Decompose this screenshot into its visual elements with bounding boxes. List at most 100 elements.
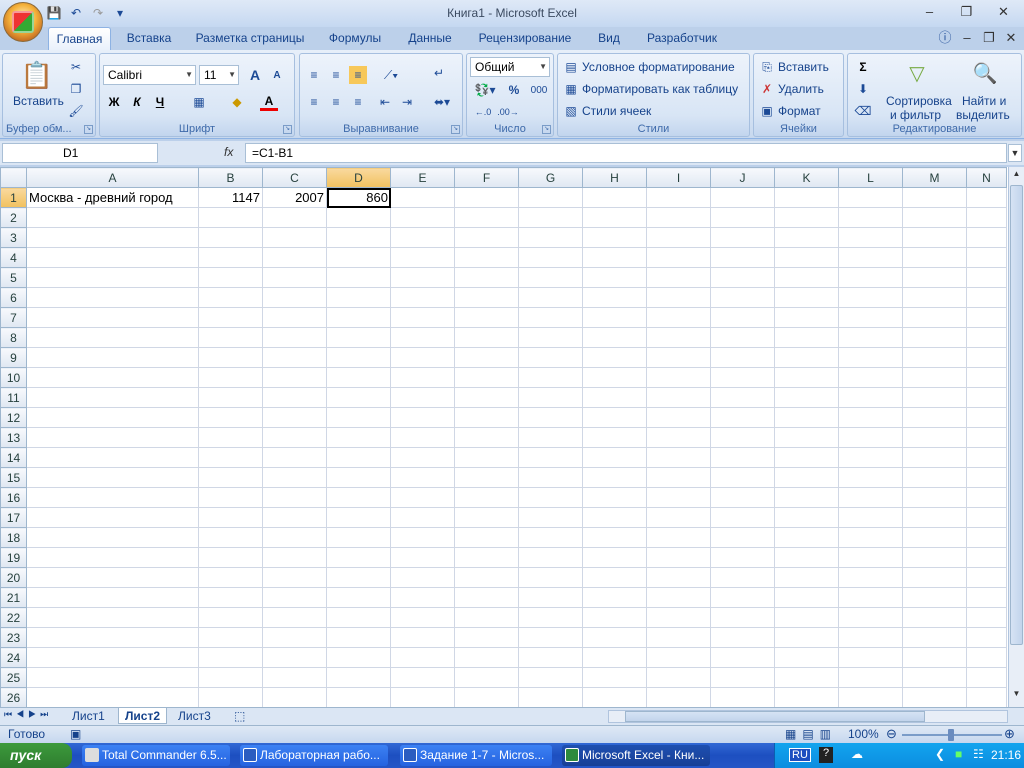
cell-g18[interactable] — [518, 527, 583, 548]
row-header[interactable]: 18 — [0, 527, 27, 548]
cell-c22[interactable] — [262, 607, 327, 628]
cell-b5[interactable] — [198, 267, 263, 288]
cell-c15[interactable] — [262, 467, 327, 488]
cell-j1[interactable] — [710, 187, 775, 208]
column-header-f[interactable]: F — [454, 167, 519, 188]
cell-g4[interactable] — [518, 247, 583, 268]
cell-g10[interactable] — [518, 367, 583, 388]
network-icon[interactable]: ☁ — [851, 747, 863, 761]
formula-input[interactable]: =C1-B1 — [245, 143, 1007, 163]
cell-k17[interactable] — [774, 507, 839, 528]
cell-a18[interactable] — [26, 527, 199, 548]
merge-center-icon[interactable]: ⬌▾ — [430, 93, 454, 111]
cell-g9[interactable] — [518, 347, 583, 368]
cell-m2[interactable] — [902, 207, 967, 228]
cell-f1[interactable] — [454, 187, 519, 208]
cell-m19[interactable] — [902, 547, 967, 568]
select-all-corner[interactable] — [0, 167, 27, 188]
cell-d13[interactable] — [326, 427, 391, 448]
cell-e15[interactable] — [390, 467, 455, 488]
cell-k2[interactable] — [774, 207, 839, 228]
cell-i15[interactable] — [646, 467, 711, 488]
cell-j21[interactable] — [710, 587, 775, 608]
cell-d26[interactable] — [326, 687, 391, 707]
cell-m6[interactable] — [902, 287, 967, 308]
cell-m14[interactable] — [902, 447, 967, 468]
cell-g2[interactable] — [518, 207, 583, 228]
cell-n3[interactable] — [966, 227, 1007, 248]
task-excel[interactable]: Microsoft Excel - Кни... — [562, 745, 710, 766]
copy-icon[interactable]: ❐ — [67, 80, 85, 98]
cell-l22[interactable] — [838, 607, 903, 628]
cell-k6[interactable] — [774, 287, 839, 308]
zoom-out-icon[interactable]: ⊖ — [886, 726, 897, 742]
paste-button[interactable]: Вставить — [13, 94, 64, 108]
cell-h25[interactable] — [582, 667, 647, 688]
cell-m17[interactable] — [902, 507, 967, 528]
cell-b10[interactable] — [198, 367, 263, 388]
cell-i26[interactable] — [646, 687, 711, 707]
tab-review[interactable]: Рецензирование — [470, 27, 580, 50]
cell-a23[interactable] — [26, 627, 199, 648]
cell-g5[interactable] — [518, 267, 583, 288]
cell-l14[interactable] — [838, 447, 903, 468]
sort-filter-line2[interactable]: и фильтр — [890, 108, 941, 122]
cell-c1[interactable]: 2007 — [262, 187, 327, 208]
cell-l5[interactable] — [838, 267, 903, 288]
cell-f25[interactable] — [454, 667, 519, 688]
cell-i1[interactable] — [646, 187, 711, 208]
cell-k13[interactable] — [774, 427, 839, 448]
cell-g20[interactable] — [518, 567, 583, 588]
cell-k15[interactable] — [774, 467, 839, 488]
zoom-thumb[interactable] — [948, 729, 954, 741]
cell-h4[interactable] — [582, 247, 647, 268]
decrease-decimal-icon[interactable]: .00→ — [497, 103, 519, 121]
cell-d6[interactable] — [326, 287, 391, 308]
cell-k25[interactable] — [774, 667, 839, 688]
cell-m20[interactable] — [902, 567, 967, 588]
cell-c18[interactable] — [262, 527, 327, 548]
insert-sheet-icon[interactable]: ⬚ — [228, 708, 251, 724]
column-header-k[interactable]: K — [774, 167, 839, 188]
cell-b24[interactable] — [198, 647, 263, 668]
cell-e24[interactable] — [390, 647, 455, 668]
cell-a9[interactable] — [26, 347, 199, 368]
cell-styles-button[interactable]: Стили ячеек — [582, 104, 651, 118]
column-header-l[interactable]: L — [838, 167, 903, 188]
cell-n13[interactable] — [966, 427, 1007, 448]
cell-n10[interactable] — [966, 367, 1007, 388]
cell-n17[interactable] — [966, 507, 1007, 528]
clipboard-launcher-icon[interactable]: ↘ — [84, 125, 93, 134]
macro-record-icon[interactable]: ▣ — [70, 727, 81, 741]
cell-n22[interactable] — [966, 607, 1007, 628]
font-launcher-icon[interactable]: ↘ — [283, 125, 292, 134]
align-bottom-icon[interactable]: ≡ — [349, 66, 367, 84]
cell-e10[interactable] — [390, 367, 455, 388]
cell-g23[interactable] — [518, 627, 583, 648]
scroll-up-icon[interactable]: ▲ — [1010, 169, 1023, 183]
cell-a19[interactable] — [26, 547, 199, 568]
maximize-button[interactable]: ❐ — [948, 3, 985, 21]
cell-f5[interactable] — [454, 267, 519, 288]
cell-n4[interactable] — [966, 247, 1007, 268]
column-header-a[interactable]: A — [26, 167, 199, 188]
cell-c16[interactable] — [262, 487, 327, 508]
cell-e12[interactable] — [390, 407, 455, 428]
cell-j23[interactable] — [710, 627, 775, 648]
increase-indent-icon[interactable]: ⇥ — [398, 93, 416, 111]
cell-g14[interactable] — [518, 447, 583, 468]
row-header[interactable]: 21 — [0, 587, 27, 608]
view-buttons-icon[interactable]: ▦▤▥ — [785, 727, 837, 741]
cell-i20[interactable] — [646, 567, 711, 588]
cell-k18[interactable] — [774, 527, 839, 548]
cell-n14[interactable] — [966, 447, 1007, 468]
cell-e21[interactable] — [390, 587, 455, 608]
cell-i19[interactable] — [646, 547, 711, 568]
find-select-line2[interactable]: выделить — [956, 108, 1010, 122]
cell-c4[interactable] — [262, 247, 327, 268]
cell-a15[interactable] — [26, 467, 199, 488]
cell-b19[interactable] — [198, 547, 263, 568]
cell-m12[interactable] — [902, 407, 967, 428]
cell-a14[interactable] — [26, 447, 199, 468]
cell-m4[interactable] — [902, 247, 967, 268]
